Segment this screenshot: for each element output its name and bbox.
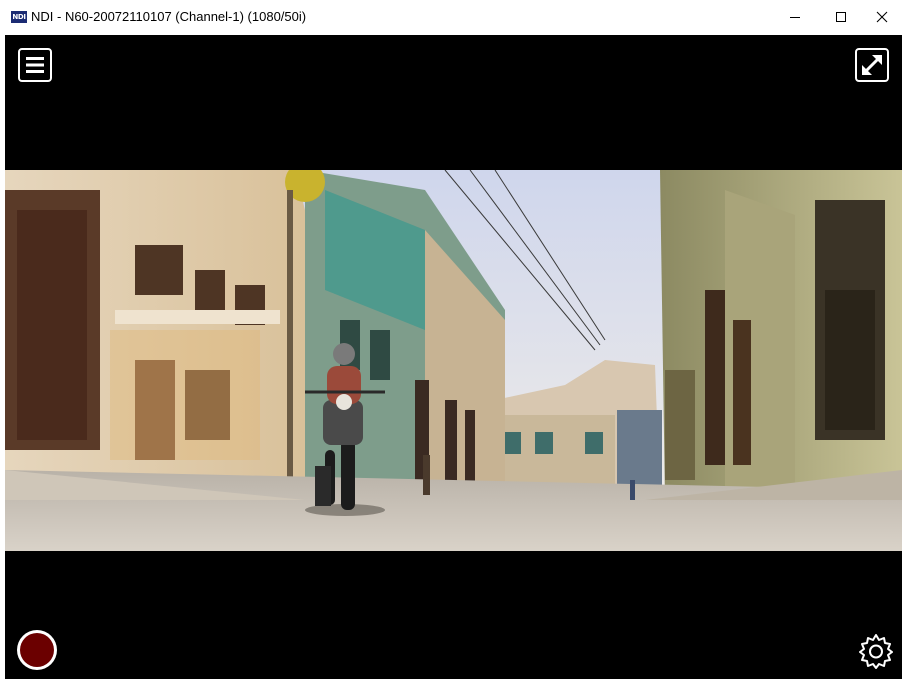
window-title: NDI - N60-20072110107 (Channel-1) (1080/… — [31, 9, 307, 24]
record-icon — [17, 630, 57, 670]
hamburger-menu-icon — [18, 48, 52, 82]
video-frame-image — [5, 170, 902, 551]
close-icon — [876, 11, 888, 23]
video-frame — [5, 170, 902, 551]
title-bar[interactable]: NDI NDI - N60-20072110107 (Channel-1) (1… — [0, 0, 902, 34]
gear-icon — [859, 634, 893, 669]
fullscreen-button[interactable] — [854, 47, 890, 83]
maximize-icon — [836, 12, 846, 22]
record-button[interactable] — [15, 628, 59, 672]
ndi-logo-icon: NDI — [11, 11, 27, 23]
video-viewport[interactable] — [5, 35, 902, 679]
minimize-button[interactable] — [772, 0, 818, 34]
menu-button[interactable] — [17, 47, 53, 83]
minimize-icon — [790, 17, 800, 18]
settings-button[interactable] — [856, 631, 896, 671]
close-button[interactable] — [862, 0, 902, 34]
expand-arrows-icon — [855, 48, 889, 82]
maximize-button[interactable] — [818, 0, 864, 34]
